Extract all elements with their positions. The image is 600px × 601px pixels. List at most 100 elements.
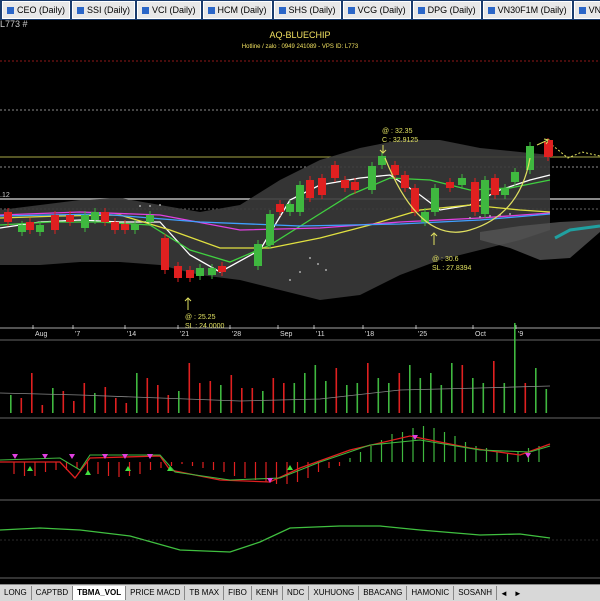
candle bbox=[91, 212, 99, 220]
symbol-tab-bar: CEO (Daily) SSI (Daily) VCI (Daily) HCM (Da… bbox=[0, 0, 600, 20]
sar-dot bbox=[317, 263, 319, 265]
chart-icon bbox=[142, 6, 150, 14]
stock-chart[interactable]: .12 AQ-BLUECHIP Hotline / zalo : 0949 24… bbox=[0, 20, 600, 584]
indicator-tab[interactable]: FIBO bbox=[224, 586, 252, 600]
x-axis-label: '21 bbox=[180, 331, 189, 338]
indicator-tab[interactable]: LONG bbox=[0, 586, 32, 600]
candle bbox=[351, 182, 359, 190]
candle bbox=[296, 185, 304, 212]
indicator-tab[interactable]: CAPTBD bbox=[32, 586, 74, 600]
symbol-tab[interactable]: VN30F1M (Daily) bbox=[482, 1, 572, 19]
volume-bar bbox=[125, 403, 128, 413]
candle bbox=[174, 266, 182, 278]
volume-bar bbox=[514, 323, 516, 413]
volume-bar bbox=[451, 363, 453, 413]
candle bbox=[511, 172, 519, 182]
volume-bar bbox=[10, 395, 12, 413]
indicator-tab[interactable]: KENH bbox=[252, 586, 284, 600]
sar-dot bbox=[149, 205, 151, 207]
symbol-tab[interactable]: VCI (Daily) bbox=[137, 1, 201, 19]
sar-dot bbox=[299, 271, 301, 273]
volume-bar bbox=[377, 378, 380, 413]
volume-bar bbox=[304, 373, 306, 413]
candle bbox=[186, 270, 194, 278]
candle bbox=[276, 204, 284, 212]
volume-bar bbox=[136, 373, 138, 413]
x-axis-label: Oct bbox=[475, 331, 486, 338]
trough-label: @ : 25.25 bbox=[185, 314, 216, 321]
symbol-tab-label: HCM (Daily) bbox=[217, 5, 267, 15]
indicator-tab[interactable]: SOSANH bbox=[454, 586, 497, 600]
indicator-tab[interactable]: PRICE MACD bbox=[126, 586, 186, 600]
chart-icon bbox=[77, 6, 85, 14]
up-arrow-icon bbox=[184, 297, 192, 310]
chart-icon bbox=[487, 6, 495, 14]
candle bbox=[318, 178, 326, 195]
projection-candle bbox=[548, 140, 553, 156]
volume-bar bbox=[209, 381, 212, 413]
trough-label: @ : 30.6 bbox=[432, 256, 459, 263]
volume-bar bbox=[146, 378, 149, 413]
sar-dot bbox=[479, 216, 481, 218]
indicator-tab[interactable]: BBACANG bbox=[359, 586, 408, 600]
candle bbox=[146, 215, 154, 222]
sar-dot bbox=[325, 269, 327, 271]
scroll-arrow-icon[interactable]: ◄ bbox=[497, 589, 511, 598]
volume-bar bbox=[409, 365, 411, 413]
volume-bar bbox=[230, 375, 233, 413]
buy-marker-icon bbox=[287, 465, 293, 470]
volume-bar bbox=[31, 373, 33, 413]
volume-bar bbox=[41, 405, 44, 413]
indicator-tab[interactable]: TB MAX bbox=[185, 586, 225, 600]
indicator-tab[interactable]: TBMA_VOL bbox=[73, 586, 127, 600]
x-axis-label: '11 bbox=[316, 331, 325, 338]
scroll-arrow-icon[interactable]: ► bbox=[511, 589, 525, 598]
x-axis-label: '9 bbox=[518, 331, 523, 338]
symbol-tab-label: CEO (Daily) bbox=[17, 5, 66, 15]
sar-dot bbox=[469, 217, 471, 219]
symbol-tab[interactable]: VCG (Daily) bbox=[342, 1, 411, 19]
volume-bar bbox=[346, 385, 348, 413]
volume-bar bbox=[220, 385, 222, 413]
chart-icon bbox=[207, 6, 215, 14]
symbol-tab-label: SSI (Daily) bbox=[87, 5, 131, 15]
indicator-tab[interactable]: NDC bbox=[283, 586, 310, 600]
signal-line bbox=[0, 435, 551, 483]
symbol-tab[interactable]: DPG (Daily) bbox=[412, 1, 481, 19]
volume-bar bbox=[398, 373, 401, 413]
candle bbox=[446, 182, 454, 188]
buy-marker-icon bbox=[27, 466, 33, 471]
symbol-tab[interactable]: SSI (Daily) bbox=[72, 1, 136, 19]
candle bbox=[51, 215, 59, 230]
symbol-tab[interactable]: CEO (Daily) bbox=[2, 1, 71, 19]
candle bbox=[458, 178, 466, 185]
candle bbox=[266, 214, 274, 245]
candle bbox=[36, 225, 44, 232]
indicator-tab[interactable]: XUHUONG bbox=[309, 586, 360, 600]
symbol-tab[interactable]: SHS (Daily) bbox=[273, 1, 341, 19]
candle bbox=[66, 215, 74, 222]
sell-marker-icon bbox=[12, 454, 18, 459]
symbol-tab[interactable]: VNINDEX (Daily) bbox=[573, 1, 600, 19]
sar-dot bbox=[309, 257, 311, 259]
candle bbox=[306, 180, 314, 198]
sell-marker-icon bbox=[525, 453, 531, 458]
candle bbox=[286, 204, 294, 212]
volume-bar bbox=[20, 398, 23, 413]
indicator-tab[interactable]: HAMONIC bbox=[407, 586, 455, 600]
volume-bar bbox=[262, 391, 264, 413]
symbol-tab-label: VCG (Daily) bbox=[357, 5, 406, 15]
x-axis-label: '7 bbox=[75, 331, 80, 338]
x-axis-label: '28 bbox=[232, 331, 241, 338]
candle bbox=[331, 165, 339, 178]
candle bbox=[341, 180, 349, 188]
volume-bar bbox=[535, 368, 537, 413]
candle bbox=[131, 224, 139, 230]
sar-dot bbox=[159, 204, 161, 206]
volume-bar bbox=[524, 383, 527, 413]
price-label: .12 bbox=[0, 192, 10, 199]
volume-bar bbox=[157, 385, 159, 413]
candle bbox=[18, 225, 26, 232]
indicator-line bbox=[0, 439, 551, 481]
symbol-tab[interactable]: HCM (Daily) bbox=[202, 1, 272, 19]
